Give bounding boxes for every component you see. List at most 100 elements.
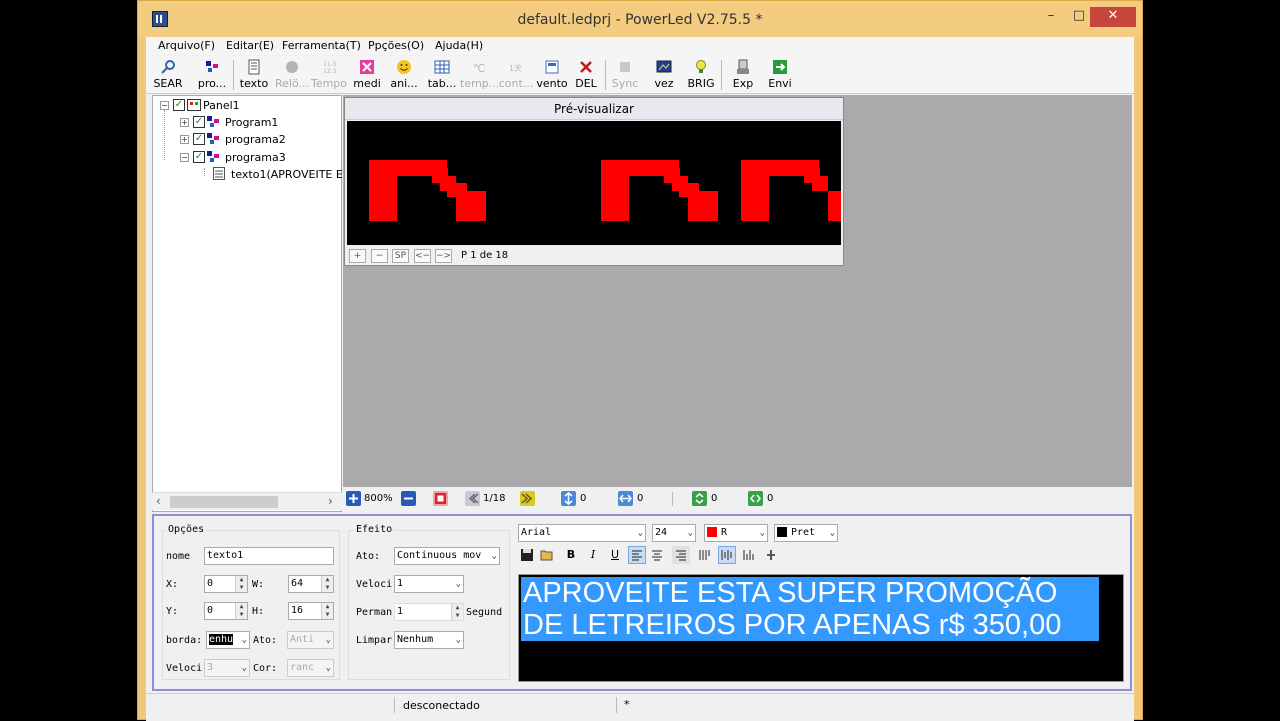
scroll-right-icon[interactable]: › — [328, 494, 333, 508]
minimize-button[interactable]: – — [1036, 7, 1066, 27]
clock-button[interactable]: Relö... — [274, 58, 310, 92]
color-dropdown[interactable]: ranc ⌄ — [287, 659, 334, 677]
delete-button[interactable]: DEL — [573, 58, 599, 92]
connection-status: desconectado — [403, 699, 480, 712]
scroll-left-icon[interactable]: ‹ — [156, 494, 161, 508]
zoom-out-icon[interactable] — [401, 491, 416, 506]
clear-dropdown[interactable]: Nenhum ⌄ — [394, 631, 464, 649]
counter-button[interactable]: 1天 cont... — [498, 58, 534, 92]
save-icon[interactable] — [518, 546, 536, 564]
act-dropdown[interactable]: Anti ⌄ — [287, 631, 334, 649]
media-button[interactable]: medi — [352, 58, 382, 92]
align-center-icon[interactable] — [648, 546, 666, 564]
effect-speed-dropdown[interactable]: 1 ⌄ — [394, 575, 464, 593]
tree-horizontal-scrollbar[interactable]: ‹ › — [152, 492, 342, 510]
table-button[interactable]: tab... — [427, 58, 457, 92]
move-vertical-icon[interactable] — [561, 491, 576, 506]
panel-checkbox[interactable]: ✓ — [173, 99, 185, 111]
align-right-icon[interactable] — [672, 546, 690, 564]
spacing-icon[interactable] — [762, 546, 780, 564]
program1-checkbox[interactable]: ✓ — [193, 116, 205, 128]
expand-icon[interactable]: + — [180, 118, 189, 127]
zoom-in-button[interactable]: + — [349, 249, 366, 263]
prev-page-button[interactable]: <− — [414, 249, 431, 263]
valign-middle-icon[interactable] — [718, 546, 736, 564]
background-color-dropdown[interactable]: Pret ⌄ — [774, 524, 838, 542]
border-dropdown[interactable]: enhu ⌄ — [206, 631, 250, 649]
programa3-checkbox[interactable]: ✓ — [193, 151, 205, 163]
text-button[interactable]: texto — [238, 58, 270, 92]
programa2-checkbox[interactable]: ✓ — [193, 133, 205, 145]
close-button[interactable]: ✕ — [1090, 7, 1136, 27]
menu-arquivo[interactable]: Arquivo(F) — [158, 39, 215, 52]
font-family-dropdown[interactable]: Arial ⌄ — [518, 524, 646, 542]
tree-texto1[interactable]: texto1(APROVEITE ES — [231, 168, 350, 181]
w-spinbox[interactable]: 64 ▲ ▼ — [288, 575, 334, 593]
stay-spinbox[interactable]: 1 ▲ ▼ — [394, 603, 464, 621]
monitor-button[interactable]: vez — [650, 58, 678, 92]
name-input[interactable]: texto1 — [204, 547, 334, 565]
menu-opcoes[interactable]: Pрções(O) — [368, 39, 424, 52]
collapse-icon[interactable]: − — [180, 153, 189, 162]
valign-bottom-icon[interactable] — [740, 546, 758, 564]
expand-icon[interactable]: + — [180, 135, 189, 144]
program-icon — [206, 61, 218, 72]
next-page-button[interactable]: −> — [435, 249, 452, 263]
timer-button[interactable]: 11-5 12:3 Tempo — [309, 58, 349, 92]
scroll-thumb[interactable] — [170, 496, 278, 508]
italic-button[interactable]: I — [584, 546, 602, 564]
menu-ajuda[interactable]: Ajuda(H) — [435, 39, 483, 52]
preview-window: Pré-visualizar + − SP <− −> P 1 de 18 — [344, 97, 844, 266]
bold-button[interactable]: B — [562, 546, 580, 564]
prev-page-icon[interactable] — [465, 491, 480, 506]
tree-program1[interactable]: Program1 — [225, 116, 278, 129]
tree-line — [204, 168, 205, 176]
y-spinbox[interactable]: 0 ▲ ▼ — [204, 602, 248, 620]
selected-text[interactable]: APROVEITE ESTA SUPER PROMOÇÃO DE LETREIR… — [521, 577, 1099, 641]
speed-dropdown[interactable]: 3 ⌄ — [204, 659, 250, 677]
brightness-icon — [696, 60, 706, 73]
move-horizontal-icon[interactable] — [618, 491, 633, 506]
x-spinbox[interactable]: 0 ▲ ▼ — [204, 575, 248, 593]
font-size-dropdown[interactable]: 24 ⌄ — [652, 524, 696, 542]
stop-icon[interactable] — [433, 491, 448, 506]
tree-programa3[interactable]: programa3 — [225, 151, 286, 164]
text-editor[interactable]: APROVEITE ESTA SUPER PROMOÇÃO DE LETREIR… — [518, 574, 1124, 682]
h-spinbox[interactable]: 16 ▲ ▼ — [288, 602, 334, 620]
send-button[interactable]: Envi — [766, 58, 794, 92]
brightness-button[interactable]: BRIG — [686, 58, 716, 92]
menu-ferramenta[interactable]: Ferramenta(T) — [282, 39, 361, 52]
effect-act-dropdown[interactable]: Continuous mov ⌄ — [394, 547, 500, 565]
program-button[interactable]: pro... — [196, 58, 228, 92]
modified-indicator: * — [624, 698, 630, 711]
zoom-out-button[interactable]: − — [371, 249, 388, 263]
title-bar: default.ledprj - PowerLed V2.75.5 * – □ … — [138, 1, 1142, 37]
speed-button[interactable]: SP — [392, 249, 409, 263]
open-folder-icon[interactable] — [538, 546, 556, 564]
align-left-icon[interactable] — [628, 546, 646, 564]
resize-horizontal-icon[interactable] — [748, 491, 763, 506]
status-separator — [394, 697, 395, 713]
underline-button[interactable]: U — [606, 546, 624, 564]
text-color-dropdown[interactable]: R ⌄ — [704, 524, 768, 542]
export-button[interactable]: Exp — [730, 58, 756, 92]
tree-panel1[interactable]: Panel1 — [203, 99, 240, 112]
next-page-icon[interactable] — [520, 491, 535, 506]
sync-button[interactable]: Sync — [610, 58, 640, 92]
background-color-swatch — [777, 527, 787, 537]
menu-editar[interactable]: Editar(E) — [226, 39, 274, 52]
tree-programa2[interactable]: programa2 — [225, 133, 286, 146]
delete-icon — [580, 61, 592, 73]
temperature-button[interactable]: ℃ temp... — [460, 58, 499, 92]
animation-button[interactable]: ani... — [389, 58, 419, 92]
monitor-icon — [656, 60, 672, 73]
w-label: W: — [252, 579, 265, 590]
wind-button[interactable]: vento — [535, 58, 569, 92]
horizontal-size: 0 — [767, 493, 774, 504]
valign-top-icon[interactable] — [696, 546, 714, 564]
collapse-icon[interactable]: − — [160, 101, 169, 110]
search-button[interactable]: SEAR — [152, 58, 184, 92]
resize-vertical-icon[interactable] — [692, 491, 707, 506]
zoom-in-icon[interactable] — [346, 491, 361, 506]
name-label: nome — [166, 551, 191, 562]
